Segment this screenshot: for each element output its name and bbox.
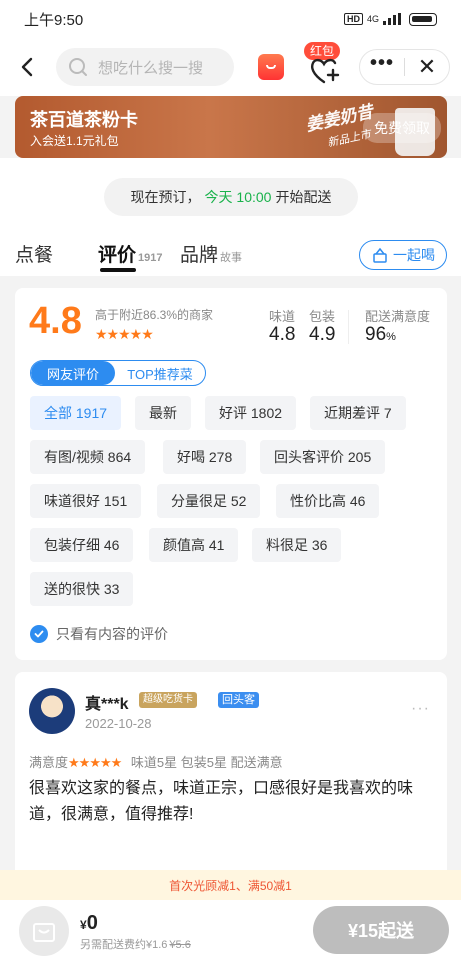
rating-summary-card: 4.8 高于附近86.3%的商家 ★★★★★ 味道 4.8 包装 4.9 配送满…: [15, 288, 447, 660]
discount-strip: 首次光顾减1、满50减1: [0, 870, 461, 900]
tab-reviews[interactable]: 评价 1917: [98, 240, 163, 267]
search-placeholder: 想吃什么搜一搜: [98, 59, 204, 77]
hd-icon: HD: [343, 13, 363, 25]
filter-chip-packaging[interactable]: 包装仔细 46: [30, 528, 134, 562]
tab-order-label: 点餐: [15, 245, 54, 266]
filter-chip-tasty[interactable]: 好喝 278: [163, 440, 247, 474]
review-item: 真***k 超级吃货卡 回头客 2022-10-28 ··· 满意度★★★★★ …: [15, 672, 447, 872]
filter-chip-returning[interactable]: 回头客评价 205: [260, 440, 386, 474]
more-button[interactable]: •••: [360, 53, 404, 81]
filter-chip-media[interactable]: 有图/视频 864: [30, 440, 146, 474]
delivery-notice: 现在预订， 今天 10:00 开始配送: [104, 178, 358, 216]
only-with-content-toggle[interactable]: 只看有内容的评价: [30, 624, 168, 644]
signal-icon: [383, 13, 401, 25]
heart-plus-icon[interactable]: [308, 48, 342, 88]
overall-score: 4.8: [29, 300, 82, 342]
review-text: 很喜欢这家的餐点，味道正宗，口感很好是我喜欢的味道，很满意，值得推荐!: [29, 780, 414, 823]
cart-button[interactable]: [19, 906, 69, 956]
tab-active-indicator: [100, 268, 136, 272]
metric-package-label: 包装: [309, 309, 336, 324]
metric-delivery-label: 配送满意度: [365, 309, 431, 324]
metric-taste-value: 4.8: [269, 324, 296, 345]
checkmark-icon: [30, 625, 48, 643]
back-icon[interactable]: [16, 55, 40, 79]
drink-together-button[interactable]: 一起喝: [359, 240, 447, 270]
metric-delivery-number: 96: [365, 324, 387, 345]
promo-banner[interactable]: 茶百道茶粉卡 入会送1.1元礼包 姜姜奶昔 新品上市 免费领取: [15, 96, 447, 158]
delivery-fee: 另需配送费约¥1.6 ¥5.6: [80, 936, 191, 952]
delivery-time: 今天 10:00: [204, 189, 272, 205]
foodie-card-badge: 超级吃货卡: [139, 692, 197, 708]
delivery-fee-original: ¥5.6: [169, 939, 191, 951]
banner-claim-button[interactable]: 免费领取: [363, 113, 441, 143]
segment-user-reviews[interactable]: 网友评价: [31, 361, 115, 385]
filter-chip-looks[interactable]: 颜值高 41: [149, 528, 239, 562]
metric-taste-label: 味道: [269, 309, 296, 324]
tab-reviews-label: 评价: [98, 245, 137, 266]
delivery-suffix: 开始配送: [275, 189, 332, 205]
tab-order[interactable]: 点餐: [15, 240, 53, 267]
review-source-switch: 网友评价 TOP推荐菜: [30, 360, 206, 386]
status-time: 上午9:50: [24, 11, 84, 29]
delivery-fee-label: 另需配送费约¥1.6: [80, 939, 168, 951]
review-more-icon[interactable]: ···: [411, 700, 430, 718]
metric-divider: [348, 310, 349, 344]
cart-currency: ¥: [80, 918, 87, 932]
battery-icon: [409, 12, 437, 26]
review-sub-ratings: 味道5星 包装5星 配送满意: [130, 755, 283, 770]
metric-package-value: 4.9: [309, 324, 336, 345]
review-ratings: 满意度★★★★★ 味道5星 包装5星 配送满意: [29, 752, 283, 771]
returning-customer-badge: 回头客: [218, 692, 259, 708]
filter-chip-all[interactable]: 全部 1917: [30, 396, 122, 430]
search-input[interactable]: 想吃什么搜一搜: [56, 48, 234, 86]
cart-total: ¥0: [80, 912, 98, 935]
top-nav: 想吃什么搜一搜 红包 ••• ✕: [0, 38, 461, 96]
filter-chip-value[interactable]: 性价比高 46: [276, 484, 380, 518]
metric-delivery-unit: %: [386, 331, 396, 343]
filter-chip-large-portion[interactable]: 分量很足 52: [157, 484, 261, 518]
score-comparison: 高于附近86.3%的商家: [95, 308, 214, 322]
score-stars: ★★★★★: [95, 326, 154, 342]
segment-top-dishes[interactable]: TOP推荐菜: [115, 361, 205, 385]
close-button[interactable]: ✕: [405, 56, 449, 78]
shop-bag-icon[interactable]: [258, 54, 284, 80]
review-stars: ★★★★★: [68, 755, 122, 770]
banner-subtitle: 入会送1.1元礼包: [30, 134, 119, 148]
tab-brand-suffix: 故事: [220, 252, 243, 264]
gift-icon: [373, 247, 387, 263]
minimum-order-button[interactable]: ¥15起送: [313, 906, 449, 954]
banner-title: 茶百道茶粉卡: [30, 110, 138, 130]
cart-amount: 0: [86, 912, 98, 934]
network-label: 4G: [366, 14, 379, 24]
only-with-content-label: 只看有内容的评价: [56, 626, 168, 642]
tab-brand[interactable]: 品牌 故事: [180, 240, 242, 267]
tab-reviews-count: 1917: [138, 252, 163, 264]
filter-chip-positive[interactable]: 好评 1802: [205, 396, 297, 430]
search-icon: [69, 58, 87, 76]
filter-chip-toppings[interactable]: 料很足 36: [252, 528, 342, 562]
filter-chip-taste-good[interactable]: 味道很好 151: [30, 484, 142, 518]
reviewer-name: 真***k: [85, 696, 129, 713]
drink-together-label: 一起喝: [393, 247, 435, 263]
filter-chip-fast-delivery[interactable]: 送的很快 33: [30, 572, 134, 606]
cart-bar: ¥0 另需配送费约¥1.6 ¥5.6 ¥15起送: [0, 900, 461, 960]
filter-chip-recent-negative[interactable]: 近期差评 7: [310, 396, 406, 430]
filter-chip-latest[interactable]: 最新: [135, 396, 191, 430]
status-bar: 上午9:50 HD 4G: [0, 0, 461, 38]
tab-brand-label: 品牌: [180, 245, 219, 266]
shopping-bag-icon: [33, 923, 55, 942]
delivery-prefix: 现在预订，: [130, 189, 201, 205]
review-satisfaction-label: 满意度: [29, 755, 69, 770]
mini-program-capsule: ••• ✕: [359, 49, 450, 85]
review-date: 2022-10-28: [85, 716, 152, 731]
avatar[interactable]: [29, 688, 75, 734]
status-icons: HD 4G: [343, 12, 437, 26]
metric-delivery-value: 96%: [365, 324, 396, 346]
